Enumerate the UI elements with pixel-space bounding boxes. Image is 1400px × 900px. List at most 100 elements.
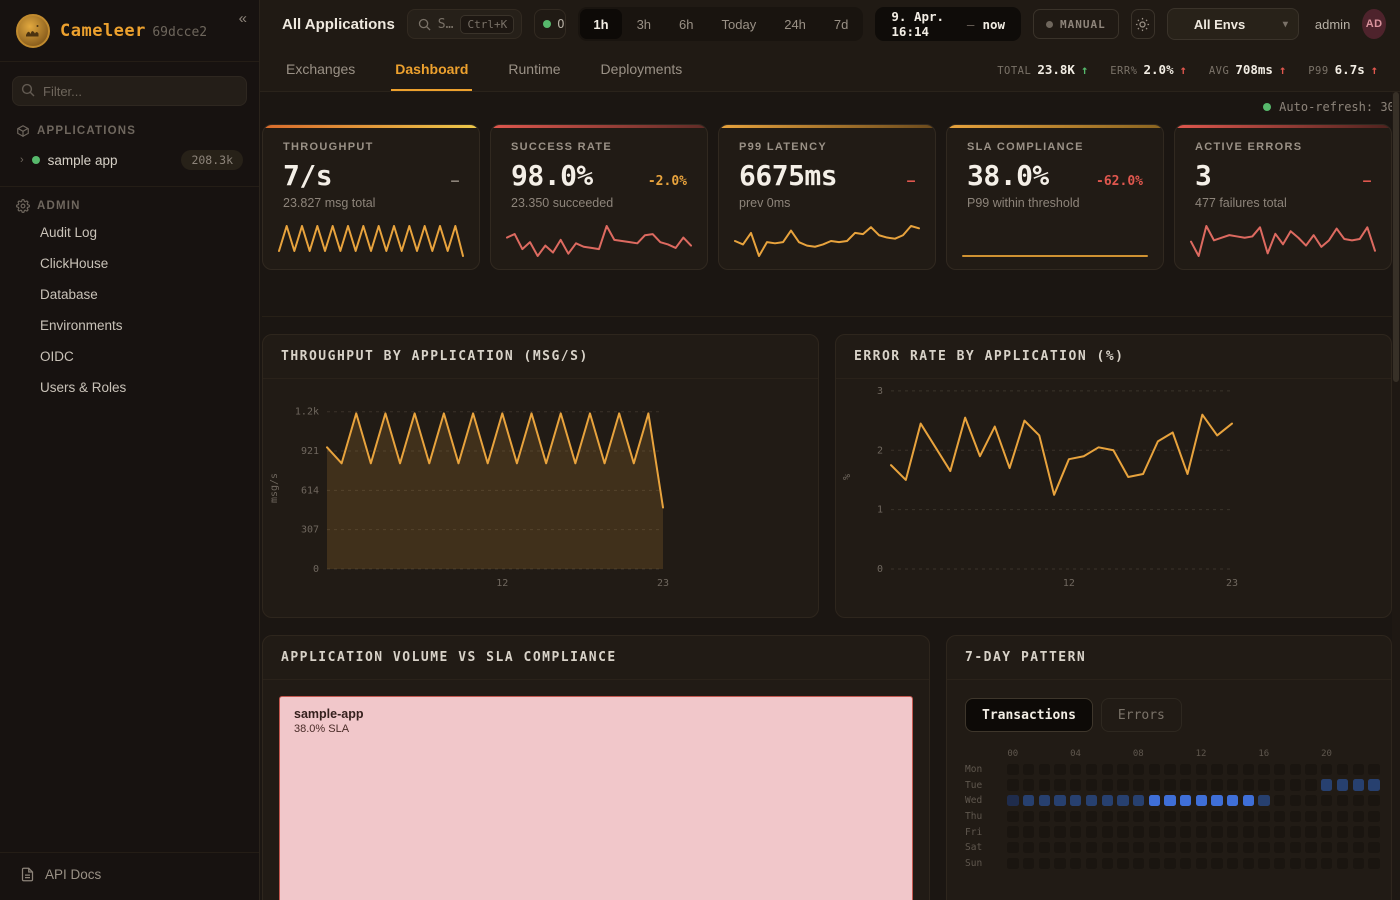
heatmap-cell[interactable] [1337,858,1348,869]
heatmap-cell[interactable] [1368,842,1379,853]
tab-deployments[interactable]: Deployments [597,48,687,91]
heatmap-cell[interactable] [1164,764,1175,775]
heatmap-cell[interactable] [1353,858,1364,869]
heatmap-cell[interactable] [1321,795,1332,806]
heatmap-cell[interactable] [1243,842,1254,853]
heatmap-cell[interactable] [1274,795,1285,806]
kpi-card-p99-latency[interactable]: P99 LATENCY6675ms–prev 0ms [718,124,936,270]
heatmap-cell[interactable] [1337,826,1348,837]
heatmap-cell[interactable] [1007,811,1018,822]
heatmap-cell[interactable] [1070,795,1081,806]
heatmap-cell[interactable] [1117,764,1128,775]
heatmap-cell[interactable] [1086,826,1097,837]
heatmap-cell[interactable] [1133,842,1144,853]
scrollbar-thumb[interactable] [1393,92,1399,382]
sidebar-collapse-icon[interactable]: « [239,10,247,27]
heatmap-cell[interactable] [1353,795,1364,806]
heatmap-cell[interactable] [1180,858,1191,869]
heatmap-cell[interactable] [1086,842,1097,853]
sidebar-item-api-docs[interactable]: API Docs [0,852,259,900]
heatmap-cell[interactable] [1290,795,1301,806]
heatmap-cell[interactable] [1243,764,1254,775]
heatmap-cell[interactable] [1227,826,1238,837]
heatmap-cell[interactable] [1274,811,1285,822]
heatmap-cell[interactable] [1211,795,1222,806]
heatmap-cell[interactable] [1054,842,1065,853]
heatmap-cell[interactable] [1243,826,1254,837]
heatmap-cell[interactable] [1039,842,1050,853]
sidebar-item-oidc[interactable]: OIDC [0,341,259,372]
heatmap-cell[interactable] [1274,779,1285,790]
heatmap-cell[interactable] [1149,795,1160,806]
online-status-button[interactable]: O [534,9,566,39]
heatmap-cell[interactable] [1023,811,1034,822]
heatmap-cell[interactable] [1290,858,1301,869]
heatmap-cell[interactable] [1305,842,1316,853]
theme-toggle-button[interactable] [1131,9,1155,39]
sidebar-item-environments[interactable]: Environments [0,310,259,341]
heatmap-cell[interactable] [1258,779,1269,790]
heatmap-cell[interactable] [1102,764,1113,775]
heatmap-cell[interactable] [1117,842,1128,853]
heatmap-cell[interactable] [1258,811,1269,822]
heatmap-cell[interactable] [1353,842,1364,853]
heatmap-cell[interactable] [1353,779,1364,790]
heatmap-cell[interactable] [1117,779,1128,790]
heatmap-cell[interactable] [1368,795,1379,806]
heatmap-cell[interactable] [1290,779,1301,790]
heatmap-cell[interactable] [1274,826,1285,837]
heatmap-cell[interactable] [1023,842,1034,853]
heatmap-cell[interactable] [1337,842,1348,853]
kpi-card-sla-compliance[interactable]: SLA COMPLIANCE38.0%-62.0%P99 within thre… [946,124,1164,270]
heatmap-cell[interactable] [1086,811,1097,822]
heatmap-cell[interactable] [1054,795,1065,806]
heatmap-cell[interactable] [1368,779,1379,790]
treemap-node-sample-app[interactable]: sample-app 38.0% SLA [279,696,913,900]
heatmap-cell[interactable] [1039,795,1050,806]
heatmap-cell[interactable] [1274,764,1285,775]
heatmap-cell[interactable] [1023,779,1034,790]
heatmap-cell[interactable] [1164,779,1175,790]
heatmap-cell[interactable] [1180,764,1191,775]
heatmap-cell[interactable] [1321,779,1332,790]
heatmap-cell[interactable] [1180,795,1191,806]
heatmap-cell[interactable] [1353,764,1364,775]
heatmap-cell[interactable] [1211,779,1222,790]
heatmap-cell[interactable] [1180,779,1191,790]
heatmap-cell[interactable] [1102,779,1113,790]
heatmap-cell[interactable] [1305,811,1316,822]
heatmap-cell[interactable] [1243,811,1254,822]
heatmap-cell[interactable] [1321,811,1332,822]
heatmap-cell[interactable] [1258,795,1269,806]
heatmap-cell[interactable] [1164,842,1175,853]
heatmap-cell[interactable] [1211,858,1222,869]
heatmap-cell[interactable] [1102,858,1113,869]
heatmap-cell[interactable] [1070,858,1081,869]
heatmap-cell[interactable] [1007,779,1018,790]
heatmap-cell[interactable] [1133,858,1144,869]
heatmap-cell[interactable] [1102,795,1113,806]
heatmap-cell[interactable] [1133,764,1144,775]
kpi-card-success-rate[interactable]: SUCCESS RATE98.0%-2.0%23.350 succeeded [490,124,708,270]
heatmap-cell[interactable] [1305,795,1316,806]
heatmap-cell[interactable] [1007,764,1018,775]
heatmap-cell[interactable] [1054,826,1065,837]
heatmap-cell[interactable] [1133,779,1144,790]
error-rate-chart[interactable]: 32101223% [836,379,1391,617]
heatmap-cell[interactable] [1258,826,1269,837]
chevron-right-icon[interactable]: › [20,154,24,166]
heatmap-cell[interactable] [1227,764,1238,775]
heatmap-cell[interactable] [1070,811,1081,822]
heatmap-cell[interactable] [1086,795,1097,806]
heatmap-cell[interactable] [1196,842,1207,853]
heatmap-cell[interactable] [1368,858,1379,869]
heatmap-cell[interactable] [1211,826,1222,837]
heatmap-cell[interactable] [1164,826,1175,837]
heatmap-cell[interactable] [1180,811,1191,822]
heatmap-cell[interactable] [1353,811,1364,822]
range-button-24h[interactable]: 24h [771,9,819,39]
heatmap-cell[interactable] [1133,826,1144,837]
heatmap-cell[interactable] [1337,779,1348,790]
sidebar-item-clickhouse[interactable]: ClickHouse [0,248,259,279]
heatmap-cell[interactable] [1023,858,1034,869]
